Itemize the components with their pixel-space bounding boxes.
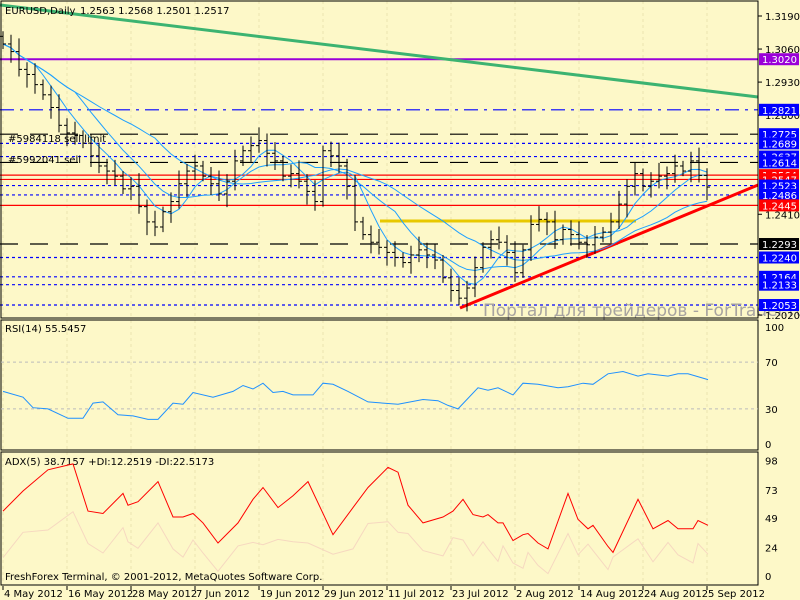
price-tag-label: 1.3020 bbox=[762, 55, 797, 66]
price-tag-label: 1.2133 bbox=[762, 281, 797, 292]
trading-chart[interactable]: EURUSD,Daily 1.2563 1.2568 1.2501 1.2517… bbox=[0, 0, 800, 600]
date-label: 7 Jun 2012 bbox=[196, 589, 250, 600]
price-tag-label: 1.2293 bbox=[762, 240, 797, 251]
price-tick-label: 1.2020 bbox=[765, 311, 800, 322]
adx-axis-label: 24 bbox=[765, 544, 778, 555]
date-label: 19 Jun 2012 bbox=[260, 589, 320, 600]
date-label: 2 Aug 2012 bbox=[516, 589, 574, 600]
price-tag-label: 1.2821 bbox=[762, 106, 797, 117]
date-label: 14 Aug 2012 bbox=[580, 589, 644, 600]
rsi-axis-label: 70 bbox=[765, 358, 778, 369]
price-tag-label: 1.2445 bbox=[762, 201, 797, 212]
date-label: 16 May 2012 bbox=[68, 589, 133, 600]
adx-axis-label: 0 bbox=[765, 572, 771, 583]
price-tick-label: 1.3190 bbox=[765, 12, 800, 23]
date-label: 11 Jul 2012 bbox=[388, 589, 445, 600]
date-label: 24 Aug 2012 bbox=[644, 589, 708, 600]
chart-header-ohlc: 1.2563 1.2568 1.2501 1.2517 bbox=[80, 6, 230, 17]
price-tick-label: 1.2930 bbox=[765, 78, 800, 89]
adx-axis-label: 49 bbox=[765, 514, 778, 525]
date-axis: 4 May 2012 16 May 201228 May 20127 Jun 20… bbox=[2, 586, 765, 600]
rsi-axis-label: 30 bbox=[765, 405, 778, 416]
date-label: 28 May 2012 bbox=[132, 589, 197, 600]
date-label: 29 Jun 2012 bbox=[324, 589, 384, 600]
adx-axis-label: 73 bbox=[765, 486, 778, 497]
price-tag-label: 1.2053 bbox=[762, 301, 797, 312]
rsi-axis-label: 0 bbox=[765, 440, 771, 451]
price-tag-label: 1.2240 bbox=[762, 253, 797, 264]
copyright-text: FreshForex Terminal, © 2001-2012, MetaQu… bbox=[5, 572, 322, 583]
rsi-label: RSI(14) 55.5457 bbox=[5, 324, 86, 335]
price-axis: 1.31901.30601.29301.28001.24101.20201.30… bbox=[758, 12, 800, 322]
price-tag-label: 1.2689 bbox=[762, 139, 797, 150]
date-label: 5 Sep 2012 bbox=[708, 589, 765, 600]
rsi-axis-label: 100 bbox=[765, 323, 784, 334]
order-label: #5992041 sell bbox=[8, 155, 81, 166]
order-label: #5984118 sell limit bbox=[8, 134, 106, 145]
adx-label: ADX(5) 38.7157 +DI:12.2519 -DI:22.5173 bbox=[5, 457, 214, 468]
chart-header-symbol: EURUSD,Daily bbox=[5, 6, 76, 17]
date-label: 23 Jul 2012 bbox=[452, 589, 509, 600]
date-label: 4 May 2012 bbox=[4, 589, 63, 600]
price-tag-label: 1.2614 bbox=[762, 158, 797, 169]
background bbox=[0, 0, 800, 600]
adx-axis-label: 98 bbox=[765, 456, 778, 467]
